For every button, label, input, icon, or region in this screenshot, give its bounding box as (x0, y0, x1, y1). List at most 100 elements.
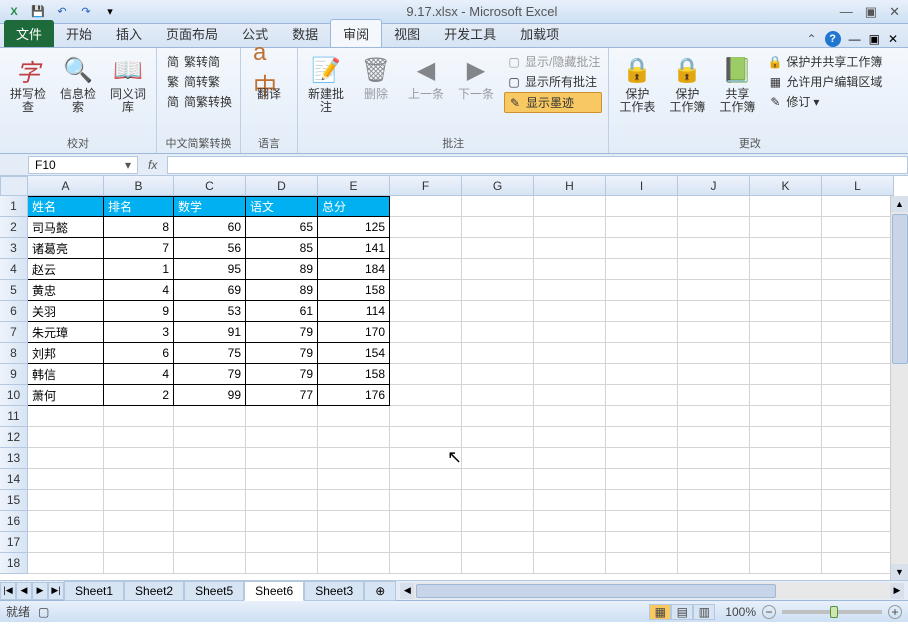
simp-to-trad-button[interactable]: 简繁转简 (163, 52, 234, 71)
row-header[interactable]: 11 (0, 406, 28, 427)
worksheet-grid[interactable]: ABCDEFGHIJKL 123456789101112131415161718… (0, 176, 908, 580)
zoom-knob[interactable] (830, 606, 838, 618)
cell[interactable] (678, 238, 750, 259)
tab-home[interactable]: 开始 (54, 20, 104, 47)
cell[interactable] (822, 364, 894, 385)
cell[interactable] (390, 385, 462, 406)
track-changes-button[interactable]: ✎修订 ▾ (765, 92, 884, 111)
cell[interactable] (606, 196, 678, 217)
cell[interactable] (822, 490, 894, 511)
cell[interactable]: 语文 (246, 196, 318, 217)
cell[interactable] (104, 532, 174, 553)
cell[interactable] (750, 301, 822, 322)
col-header[interactable]: K (750, 176, 822, 196)
zoom-in-button[interactable]: + (888, 605, 902, 619)
cell[interactable] (318, 406, 390, 427)
row-header[interactable]: 8 (0, 343, 28, 364)
cell[interactable] (174, 427, 246, 448)
cell[interactable] (678, 280, 750, 301)
cell[interactable] (534, 511, 606, 532)
cell[interactable] (822, 343, 894, 364)
cell[interactable] (678, 448, 750, 469)
cell[interactable] (28, 532, 104, 553)
scroll-up-icon[interactable]: ▲ (891, 196, 908, 212)
doc-minimize-icon[interactable]: — (849, 32, 861, 46)
cell[interactable] (534, 238, 606, 259)
cell[interactable] (318, 469, 390, 490)
row-header[interactable]: 17 (0, 532, 28, 553)
cells[interactable]: 姓名排名数学语文总分司马懿86065125诸葛亮75685141赵云195891… (28, 196, 894, 574)
cell[interactable] (534, 406, 606, 427)
show-ink-button[interactable]: ✎显示墨迹 (504, 92, 602, 113)
tab-file[interactable]: 文件 (4, 20, 54, 47)
cell[interactable] (318, 490, 390, 511)
cell[interactable] (606, 280, 678, 301)
cell[interactable]: 158 (318, 364, 390, 385)
cell[interactable] (246, 469, 318, 490)
cell[interactable] (750, 490, 822, 511)
cell[interactable]: 69 (174, 280, 246, 301)
cell[interactable]: 77 (246, 385, 318, 406)
cell[interactable]: 114 (318, 301, 390, 322)
row-header[interactable]: 4 (0, 259, 28, 280)
cell[interactable] (462, 532, 534, 553)
cell[interactable]: 7 (104, 238, 174, 259)
cell[interactable] (28, 469, 104, 490)
cell[interactable]: 总分 (318, 196, 390, 217)
cell[interactable] (462, 322, 534, 343)
col-header[interactable]: H (534, 176, 606, 196)
cell[interactable] (822, 469, 894, 490)
cell[interactable] (750, 259, 822, 280)
cell[interactable] (462, 301, 534, 322)
cell[interactable] (462, 196, 534, 217)
help-icon[interactable]: ? (825, 31, 841, 47)
cell[interactable] (822, 427, 894, 448)
cell[interactable] (606, 343, 678, 364)
cell[interactable] (606, 238, 678, 259)
cell[interactable] (462, 511, 534, 532)
cell[interactable] (678, 490, 750, 511)
cell[interactable] (534, 301, 606, 322)
cell[interactable] (678, 532, 750, 553)
cell[interactable] (750, 364, 822, 385)
cell[interactable] (534, 217, 606, 238)
cell[interactable] (534, 469, 606, 490)
cell[interactable] (678, 259, 750, 280)
cell[interactable] (462, 343, 534, 364)
cell[interactable] (318, 553, 390, 574)
cell[interactable] (750, 469, 822, 490)
show-all-comments-button[interactable]: ▢显示所有批注 (504, 72, 602, 91)
zoom-level[interactable]: 100% (725, 605, 756, 619)
cell[interactable] (28, 448, 104, 469)
zoom-slider[interactable] (782, 610, 882, 614)
cell[interactable] (606, 490, 678, 511)
cell[interactable]: 黄忠 (28, 280, 104, 301)
cell[interactable] (534, 427, 606, 448)
row-header[interactable]: 5 (0, 280, 28, 301)
new-comment-button[interactable]: 📝新建批注 (304, 52, 348, 116)
cell[interactable]: 61 (246, 301, 318, 322)
cell[interactable] (390, 364, 462, 385)
row-header[interactable]: 7 (0, 322, 28, 343)
cell[interactable] (390, 280, 462, 301)
cell[interactable] (534, 532, 606, 553)
cell[interactable] (104, 553, 174, 574)
tab-view[interactable]: 视图 (382, 20, 432, 47)
cell[interactable] (534, 343, 606, 364)
cell[interactable]: 姓名 (28, 196, 104, 217)
cell[interactable] (678, 511, 750, 532)
cell[interactable]: 刘邦 (28, 343, 104, 364)
tab-layout[interactable]: 页面布局 (154, 20, 230, 47)
tab-addin[interactable]: 加载项 (508, 20, 571, 47)
maximize-icon[interactable]: ▣ (865, 4, 877, 20)
cell[interactable] (28, 553, 104, 574)
cell[interactable]: 141 (318, 238, 390, 259)
minimize-icon[interactable]: — (840, 4, 853, 20)
vertical-scrollbar[interactable]: ▲ ▼ (890, 196, 908, 580)
tab-data[interactable]: 数据 (280, 20, 330, 47)
qat-more-icon[interactable]: ▾ (100, 3, 120, 21)
cell[interactable] (462, 385, 534, 406)
doc-close-icon[interactable]: ✕ (888, 32, 898, 46)
cell[interactable] (534, 364, 606, 385)
cell[interactable] (104, 427, 174, 448)
